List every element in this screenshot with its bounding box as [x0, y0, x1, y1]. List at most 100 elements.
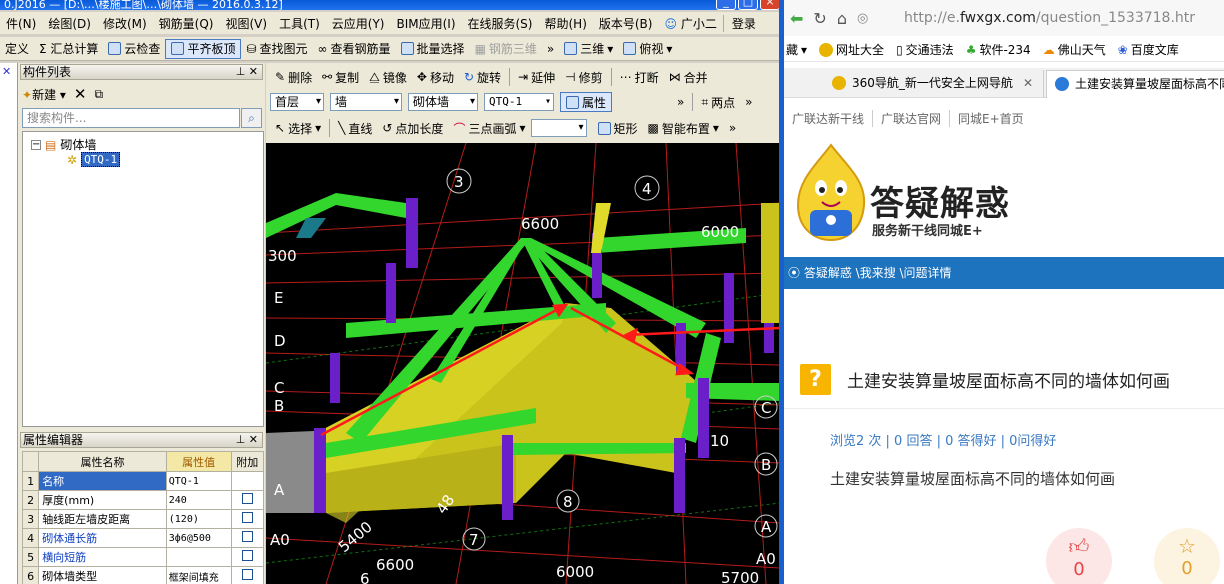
property-row[interactable]: 5 横向短筋: [21, 547, 265, 567]
extra-checkbox[interactable]: [241, 493, 253, 504]
3d-viewport[interactable]: 3 4 6600 6000 300 E D C B A A0 5400 6600…: [266, 143, 780, 584]
category-select[interactable]: 墙: [330, 93, 402, 111]
property-row[interactable]: 3 轴线距左墙皮距离 (120): [21, 509, 265, 529]
pin-close-icons-2[interactable]: ⊥ ✕: [236, 433, 258, 447]
menu-item-cloud[interactable]: 云应用(Y): [326, 15, 391, 32]
extra-checkbox[interactable]: [241, 531, 253, 542]
property-value[interactable]: QTQ-1: [165, 471, 232, 491]
bookmark-url-directory[interactable]: 网址大全: [819, 41, 884, 58]
close-icon[interactable]: ✕: [2, 65, 11, 78]
find-element-button[interactable]: ⛁ 查找图元: [241, 40, 312, 57]
line-button[interactable]: ╲ 直线: [333, 120, 377, 137]
tree-node-qtq1[interactable]: ✲ QTQ-1: [67, 152, 121, 167]
nav-link-glodon-xgx[interactable]: 广联达新干线: [784, 109, 874, 127]
view-3d-dropdown[interactable]: 三维 ▾: [559, 40, 618, 57]
minimize-button[interactable]: _: [716, 0, 736, 10]
menu-item-help[interactable]: 帮助(H): [538, 15, 592, 32]
property-value[interactable]: 3ф6@500: [165, 528, 232, 548]
mirror-button[interactable]: ⧋ 镜像: [364, 69, 412, 86]
question-stats[interactable]: 浏览2 次 | 0 回答 | 0 答得好 | 0问得好: [830, 430, 1056, 449]
top-view-dropdown[interactable]: 俯视 ▾: [618, 40, 677, 57]
merge-button[interactable]: ⋈ 合并: [664, 69, 713, 86]
extend-button[interactable]: ⇥ 延伸: [513, 69, 560, 86]
home-icon[interactable]: ⌂: [837, 9, 847, 28]
beam-top-left[interactable]: [266, 193, 406, 238]
three-point-arc-button[interactable]: ⌒ 三点画弧 ▾: [448, 120, 530, 137]
component-select[interactable]: QTQ-1: [484, 93, 554, 111]
point-length-button[interactable]: ↺ 点加长度: [377, 120, 448, 137]
menu-item-tools[interactable]: 工具(T): [273, 15, 326, 32]
menu-item-modify[interactable]: 修改(M): [97, 15, 153, 32]
delete-component-icon[interactable]: ✕: [74, 85, 87, 103]
bookmark-weather[interactable]: ☁ 佛山天气: [1043, 41, 1106, 58]
cloud-check-button[interactable]: 云检查: [103, 40, 165, 57]
component-search-input[interactable]: 搜索构件...: [22, 108, 240, 128]
column[interactable]: [314, 428, 326, 513]
pin-close-icons[interactable]: ⊥ ✕: [236, 65, 258, 79]
bookmark-traffic[interactable]: ▯ 交通违法: [896, 41, 954, 58]
view-rebar-button[interactable]: ∞ 查看钢筋量: [313, 40, 396, 57]
toolbar-overflow-icon-3[interactable]: »: [740, 95, 757, 109]
property-value[interactable]: 240: [165, 490, 232, 510]
extra-checkbox[interactable]: [241, 550, 253, 561]
property-row[interactable]: 6 砌体墙类型 框架间填充: [21, 566, 265, 584]
toolbar-overflow-icon[interactable]: »: [542, 42, 559, 56]
property-row[interactable]: 4 砌体通长筋 3ф6@500: [21, 528, 265, 548]
toolbar-overflow-icon-2[interactable]: »: [672, 95, 689, 109]
rectangle-button[interactable]: 矩形: [593, 120, 643, 137]
rotate-button[interactable]: ↻ 旋转: [459, 69, 506, 86]
smart-layout-button[interactable]: ▩ 智能布置 ▾: [643, 120, 724, 137]
move-button[interactable]: ✥ 移动: [412, 69, 459, 86]
login-button[interactable]: 登录: [722, 14, 762, 32]
menu-item-draw[interactable]: 绘图(D): [42, 15, 97, 32]
menu-item-online[interactable]: 在线服务(S): [462, 15, 539, 32]
extra-checkbox[interactable]: [241, 512, 253, 523]
define-button[interactable]: 定义: [0, 40, 34, 57]
nav-link-glodon-official[interactable]: 广联达官网: [873, 109, 951, 127]
toolbar-overflow-icon-4[interactable]: »: [724, 121, 741, 135]
bookmark-baidu-docs[interactable]: ❀ 百度文库: [1118, 41, 1179, 58]
column[interactable]: [406, 198, 418, 268]
close-button[interactable]: ×: [760, 0, 780, 10]
search-icon[interactable]: ⌕: [241, 108, 262, 128]
structure-3d-drawing[interactable]: 3 4 6600 6000 300 E D C B A A0 5400 6600…: [266, 143, 780, 584]
tab-close-icon[interactable]: ✕: [1023, 70, 1033, 96]
back-icon[interactable]: ⬅: [790, 9, 803, 28]
reload-icon[interactable]: ↻: [813, 9, 826, 28]
breadcrumb-text[interactable]: 答疑解惑 \我来搜 \问题详情: [804, 266, 952, 280]
column[interactable]: [330, 353, 340, 403]
property-value[interactable]: 框架间填充: [165, 566, 232, 584]
summary-calc-button[interactable]: Σ 汇总计算: [34, 40, 103, 57]
floor-select[interactable]: 首层: [270, 93, 324, 111]
arc-options-select[interactable]: [530, 119, 587, 137]
break-button[interactable]: ⋯ 打断: [615, 69, 664, 86]
property-value[interactable]: (120): [165, 509, 232, 529]
copy-button[interactable]: ⚯ 复制: [317, 69, 364, 86]
delete-button[interactable]: ✎ 删除: [270, 69, 317, 86]
extra-checkbox[interactable]: [241, 569, 253, 580]
collapse-icon[interactable]: −: [31, 139, 41, 150]
tree-node-masonry-wall[interactable]: − ▤ 砌体墙: [31, 136, 96, 153]
align-slab-top-button[interactable]: 平齐板顶: [165, 38, 242, 59]
menu-item-file[interactable]: 件(N): [0, 15, 42, 32]
property-value[interactable]: [165, 547, 232, 567]
address-bar[interactable]: http://e.fwxgx.com/question_1533718.htr: [904, 6, 1224, 30]
batch-select-button[interactable]: 批量选择: [396, 40, 470, 57]
select-button[interactable]: ↖ 选择 ▾: [270, 120, 326, 137]
menu-item-bim[interactable]: BIM应用(I): [390, 15, 461, 32]
subtype-select[interactable]: 砌体墙: [408, 93, 478, 111]
bookmark-favorites[interactable]: 藏 ▾: [786, 41, 807, 58]
column[interactable]: [502, 435, 513, 520]
trim-button[interactable]: ⊣ 修剪: [560, 69, 607, 86]
column[interactable]: [386, 263, 396, 323]
column[interactable]: [674, 438, 685, 513]
menu-item-version[interactable]: 版本号(B): [593, 15, 659, 32]
column[interactable]: [724, 273, 734, 343]
tab-question[interactable]: 土建安装算量坡屋面标高不同: [1046, 70, 1224, 98]
new-component-button[interactable]: ✦新建 ▾: [22, 86, 66, 103]
bookmark-software[interactable]: ♣ 软件-234: [966, 41, 1031, 58]
properties-button[interactable]: 属性: [560, 92, 613, 112]
maximize-button[interactable]: □: [738, 0, 758, 10]
tab-360-nav[interactable]: 360导航_新一代安全上网导航 ✕: [824, 70, 1044, 98]
copy-component-icon[interactable]: ⧉: [95, 87, 104, 102]
